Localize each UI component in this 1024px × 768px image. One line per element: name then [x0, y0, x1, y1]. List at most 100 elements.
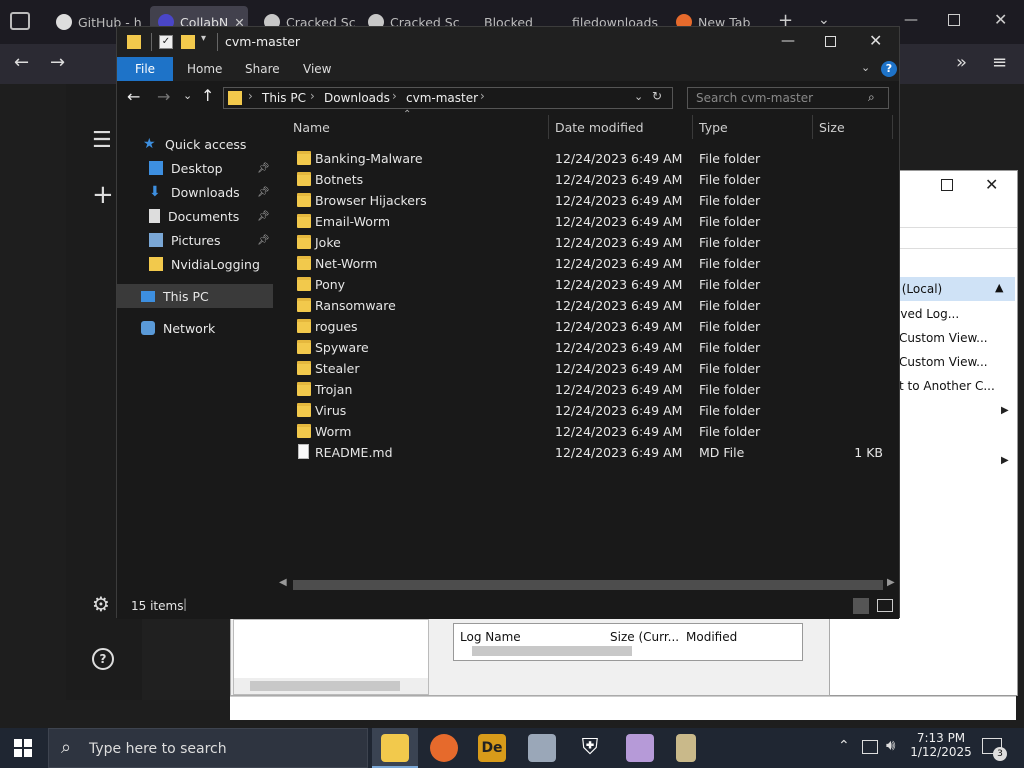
forward-icon[interactable]: →	[50, 52, 65, 73]
network-icon[interactable]	[862, 740, 878, 754]
windows-start-icon[interactable]	[14, 739, 32, 757]
table-row[interactable]: Ransomware 12/24/2023 6:49 AM File folder	[275, 295, 895, 316]
action-item[interactable]: t to Another C...	[899, 379, 995, 393]
minimize-icon[interactable]: —	[781, 33, 795, 49]
notification-icon[interactable]: 3	[982, 738, 1007, 761]
horizontal-scrollbar[interactable]	[234, 678, 428, 694]
firefox-icon[interactable]	[430, 734, 458, 762]
tab-share[interactable]: Share	[233, 57, 292, 81]
forward-icon[interactable]: →	[157, 87, 170, 106]
taskbar-search[interactable]: ⌕ Type here to search	[48, 728, 368, 768]
nav-downloads[interactable]: ⬇ Downloads 📌︎	[117, 180, 273, 204]
column-header[interactable]: Modified	[686, 630, 737, 644]
submenu-arrow-icon[interactable]: ▶	[1001, 405, 1009, 416]
app-icon[interactable]	[676, 734, 696, 762]
table-row[interactable]: Spyware 12/24/2023 6:49 AM File folder	[275, 337, 895, 358]
refresh-icon[interactable]: ↻	[652, 89, 662, 103]
breadcrumb-cvm-master[interactable]: cvm-master	[406, 91, 478, 105]
back-icon[interactable]: ←	[14, 52, 29, 73]
app-icon[interactable]	[626, 734, 654, 762]
table-row[interactable]: Stealer 12/24/2023 6:49 AM File folder	[275, 358, 895, 379]
breadcrumb-this-pc[interactable]: This PC	[262, 91, 306, 105]
pin-icon[interactable]: 📌︎	[257, 235, 270, 246]
action-item[interactable]: Custom View...	[899, 331, 988, 345]
details-view-icon[interactable]	[853, 598, 869, 614]
nav-desktop[interactable]: Desktop 📌︎	[117, 156, 273, 180]
table-row[interactable]: Joke 12/24/2023 6:49 AM File folder	[275, 232, 895, 253]
address-bar[interactable]: › This PC › Downloads › cvm-master › ⌄ ↻	[223, 87, 673, 109]
clock[interactable]: 7:13 PM 1/12/2025	[906, 731, 976, 759]
nav-quick-access[interactable]: ★ Quick access	[117, 132, 273, 156]
action-item[interactable]: aved Log...	[893, 307, 959, 321]
close-icon[interactable]: ✕	[985, 175, 998, 194]
maximize-icon[interactable]	[948, 14, 960, 26]
table-row[interactable]: rogues 12/24/2023 6:49 AM File folder	[275, 316, 895, 337]
tab-home[interactable]: Home	[175, 57, 234, 81]
decompiler-icon[interactable]: De	[478, 734, 506, 762]
action-item[interactable]: Custom View...	[899, 355, 988, 369]
search-input[interactable]: Search cvm-master	[696, 91, 813, 105]
maximize-icon[interactable]	[825, 36, 836, 47]
collapse-icon[interactable]: ▲	[995, 281, 1003, 294]
column-header[interactable]: Log Name	[460, 630, 521, 644]
chevron-right-icon[interactable]: »	[956, 52, 967, 73]
taskbar-explorer[interactable]	[372, 728, 418, 768]
scroll-thumb[interactable]	[293, 580, 883, 590]
search-input[interactable]: Type here to search	[89, 741, 227, 757]
nav-nvidialogging[interactable]: NvidiaLogging	[117, 252, 273, 276]
column-name[interactable]: Name	[287, 115, 549, 139]
column-type[interactable]: Type	[693, 115, 813, 139]
menu-icon[interactable]: ≡	[992, 52, 1007, 73]
customize-quick-access-icon[interactable]: ▾	[201, 33, 206, 44]
pin-icon[interactable]: 📌︎	[257, 187, 270, 198]
tab-file[interactable]: File	[117, 57, 173, 81]
horizontal-scrollbar[interactable]: ◀ ▶	[275, 577, 899, 593]
plus-icon[interactable]: +	[92, 180, 114, 210]
submenu-arrow-icon[interactable]: ▶	[1001, 455, 1009, 466]
scroll-right-icon[interactable]: ▶	[887, 577, 895, 588]
search-icon[interactable]: ⌕	[868, 90, 875, 105]
table-row[interactable]: Banking-Malware 12/24/2023 6:49 AM File fo…	[275, 148, 895, 169]
table-row[interactable]: README.md 12/24/2023 6:49 AM MD File 1 KB	[275, 442, 895, 463]
table-row[interactable]: Pony 12/24/2023 6:49 AM File folder	[275, 274, 895, 295]
breadcrumb-downloads[interactable]: Downloads	[324, 91, 390, 105]
minimize-icon[interactable]: —	[904, 12, 918, 28]
help-icon[interactable]: ?	[92, 648, 114, 670]
chevron-down-icon[interactable]: ⌄	[634, 90, 643, 103]
maximize-icon[interactable]	[941, 179, 953, 191]
pin-icon[interactable]: 📌︎	[257, 163, 270, 174]
pin-icon[interactable]: 📌︎	[257, 211, 270, 222]
chevron-up-icon[interactable]: ⌃	[838, 738, 850, 754]
column-header[interactable]: Size (Curr...	[610, 630, 679, 644]
nav-documents[interactable]: Documents 📌︎	[117, 204, 273, 228]
table-row[interactable]: Browser Hijackers 12/24/2023 6:49 AM File …	[275, 190, 895, 211]
horizontal-scrollbar[interactable]	[472, 646, 632, 656]
new-folder-icon[interactable]	[181, 35, 195, 49]
table-row[interactable]: Worm 12/24/2023 6:49 AM File folder	[275, 421, 895, 442]
column-date-modified[interactable]: Date modified	[549, 115, 693, 139]
expand-ribbon-icon[interactable]: ⌄	[861, 61, 870, 74]
column-size[interactable]: Size	[813, 115, 893, 139]
close-icon[interactable]: ✕	[869, 31, 882, 50]
settings-sliders-icon[interactable]: ⚙	[92, 592, 110, 616]
large-icons-view-icon[interactable]	[877, 599, 893, 612]
table-row[interactable]: Email-Worm 12/24/2023 6:49 AM File folder	[275, 211, 895, 232]
properties-icon[interactable]: ✓	[159, 35, 173, 49]
volume-icon[interactable]: 🔊︎	[886, 736, 895, 754]
nav-pictures[interactable]: Pictures 📌︎	[117, 228, 273, 252]
nav-this-pc[interactable]: This PC	[117, 284, 273, 308]
hamburger-icon[interactable]: ☰	[92, 128, 112, 153]
help-icon[interactable]: ?	[881, 61, 897, 77]
search-box[interactable]: Search cvm-master ⌕	[687, 87, 889, 109]
shield-icon[interactable]: ⛨	[576, 734, 604, 762]
scroll-left-icon[interactable]: ◀	[279, 577, 287, 588]
up-icon[interactable]: ↑	[201, 86, 214, 105]
tab-list-icon[interactable]	[10, 12, 30, 30]
event-viewer-icon[interactable]	[528, 734, 556, 762]
nav-network[interactable]: Network	[117, 316, 273, 340]
back-icon[interactable]: ←	[127, 87, 140, 106]
recent-locations-icon[interactable]: ⌄	[183, 89, 192, 102]
table-row[interactable]: Virus 12/24/2023 6:49 AM File folder	[275, 400, 895, 421]
tab-view[interactable]: View	[291, 57, 343, 81]
close-icon[interactable]: ✕	[994, 10, 1007, 29]
